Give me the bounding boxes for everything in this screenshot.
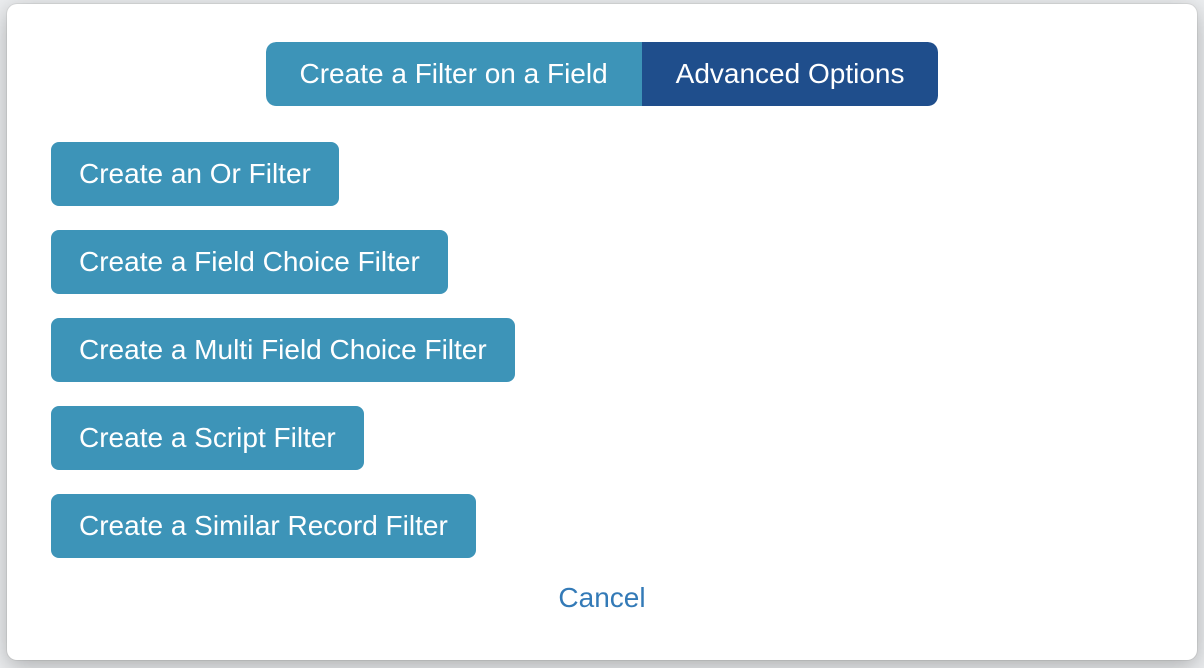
cancel-row: Cancel — [51, 582, 1153, 614]
tab-create-filter-on-field[interactable]: Create a Filter on a Field — [266, 42, 642, 106]
tab-group: Create a Filter on a Field Advanced Opti… — [266, 42, 939, 106]
create-script-filter-button[interactable]: Create a Script Filter — [51, 406, 364, 470]
advanced-options-list: Create an Or Filter Create a Field Choic… — [51, 142, 1153, 558]
filter-create-modal: Create a Filter on a Field Advanced Opti… — [7, 4, 1197, 660]
create-multi-field-choice-filter-button[interactable]: Create a Multi Field Choice Filter — [51, 318, 515, 382]
tab-advanced-options[interactable]: Advanced Options — [642, 42, 939, 106]
create-similar-record-filter-button[interactable]: Create a Similar Record Filter — [51, 494, 476, 558]
create-field-choice-filter-button[interactable]: Create a Field Choice Filter — [51, 230, 448, 294]
create-or-filter-button[interactable]: Create an Or Filter — [51, 142, 339, 206]
tab-row: Create a Filter on a Field Advanced Opti… — [51, 42, 1153, 106]
cancel-link[interactable]: Cancel — [558, 582, 645, 614]
